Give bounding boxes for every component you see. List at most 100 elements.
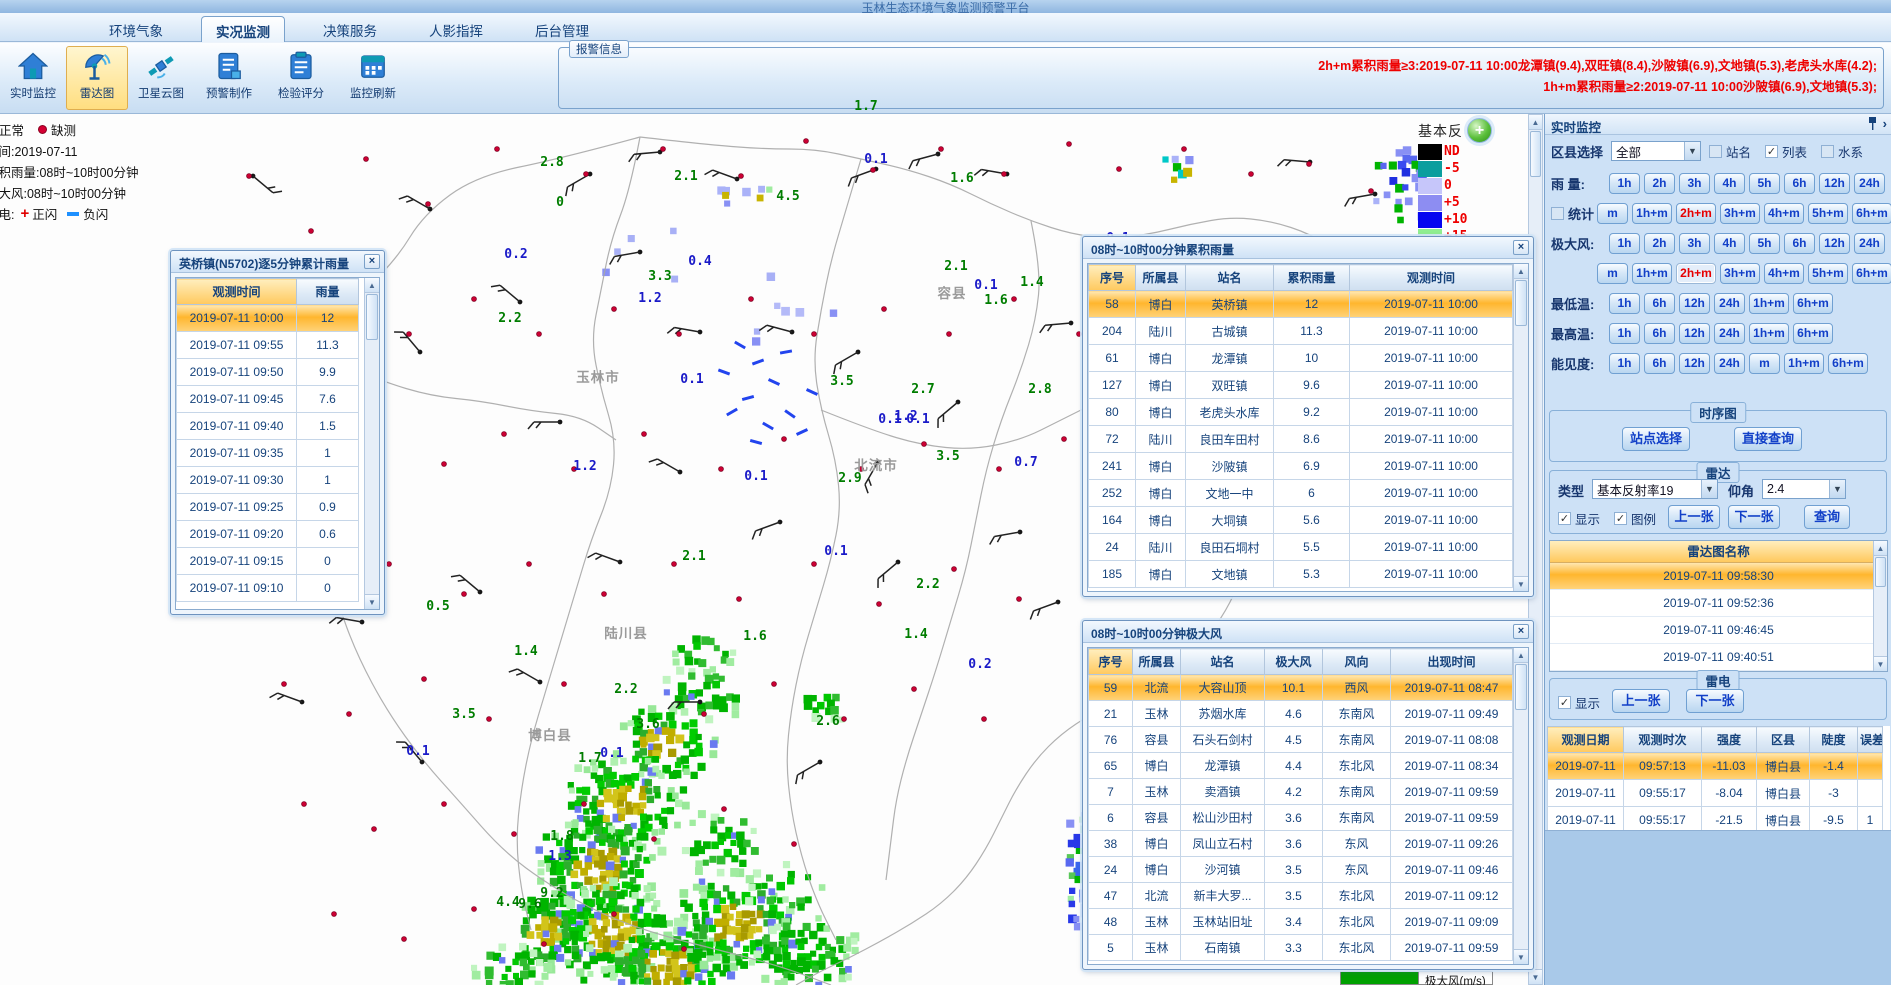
table-row[interactable]: 2019-07-11 09:250.9 xyxy=(177,494,359,521)
table-row[interactable]: 38博白凤山立石村3.6东风2019-07-11 09:26 xyxy=(1089,831,1513,857)
table-row[interactable]: 2019-07-1109:55:17-8.04博白县-3 xyxy=(1548,780,1883,807)
scroll-up-icon[interactable]: ▲ xyxy=(365,278,379,293)
scroll-up-icon[interactable]: ▲ xyxy=(1514,264,1528,279)
radar-type-combobox[interactable]: 基本反射率19 ▼ xyxy=(1592,479,1718,499)
period-button-12h[interactable]: 12h xyxy=(1819,173,1850,194)
period-button-1h+m[interactable]: 1h+m xyxy=(1749,323,1789,344)
column-header[interactable]: 站名 xyxy=(1181,649,1265,675)
table-row[interactable]: 252博白文地一中62019-07-11 10:00 xyxy=(1089,480,1513,507)
dialog-scrollbar[interactable]: ▲ ▼ xyxy=(364,278,379,609)
table-row[interactable]: 204陆川古城镇11.32019-07-11 10:00 xyxy=(1089,318,1513,345)
radar-legend-checkbox[interactable] xyxy=(1614,512,1627,525)
scroll-down-icon[interactable]: ▼ xyxy=(365,594,379,609)
radar-image-item[interactable]: 2019-07-11 09:40:51 xyxy=(1550,644,1887,671)
column-header[interactable]: 观测时间 xyxy=(1350,265,1513,291)
period-button-24h[interactable]: 24h xyxy=(1854,233,1885,254)
column-header[interactable]: 雨量 xyxy=(297,279,359,305)
period-button-6h[interactable]: 6h xyxy=(1644,353,1675,374)
close-icon[interactable]: × xyxy=(1513,624,1529,639)
period-button-1h+m[interactable]: 1h+m xyxy=(1632,203,1672,224)
period-button-1h[interactable]: 1h xyxy=(1609,323,1640,344)
table-row[interactable]: 58博白英桥镇122019-07-11 10:00 xyxy=(1089,291,1513,318)
table-row[interactable]: 241博白沙陂镇6.92019-07-11 10:00 xyxy=(1089,453,1513,480)
period-button-m[interactable]: m xyxy=(1597,203,1628,224)
table-row[interactable]: 24博白沙河镇3.5东风2019-07-11 09:46 xyxy=(1089,857,1513,883)
station-select-button[interactable]: 站点选择 xyxy=(1622,427,1690,451)
period-button-1h+m[interactable]: 1h+m xyxy=(1749,293,1789,314)
scroll-up-icon[interactable]: ▲ xyxy=(1874,541,1887,556)
period-button-m[interactable]: m xyxy=(1597,263,1628,284)
period-button-5h[interactable]: 5h xyxy=(1749,233,1780,254)
radar-show-checkbox[interactable] xyxy=(1558,512,1571,525)
direct-query-button[interactable]: 直接查询 xyxy=(1734,427,1802,451)
scroll-down-icon[interactable]: ▼ xyxy=(1529,969,1542,984)
period-button-1h+m[interactable]: 1h+m xyxy=(1632,263,1672,284)
table-row[interactable]: 72陆川良田车田村8.62019-07-11 10:00 xyxy=(1089,426,1513,453)
scroll-down-icon[interactable]: ▼ xyxy=(1514,576,1528,591)
dialog-titlebar[interactable]: 英桥镇(N5702)逐5分钟累计雨量 × xyxy=(171,251,384,273)
table-row[interactable]: 2019-07-11 09:401.5 xyxy=(177,413,359,440)
column-header[interactable]: 观测日期 xyxy=(1548,727,1624,753)
close-icon[interactable]: × xyxy=(1513,240,1529,255)
county-select-combobox[interactable]: 全部 ▼ xyxy=(1611,141,1701,161)
radar-image-item[interactable]: 2019-07-11 09:52:36 xyxy=(1550,590,1887,617)
period-button-4h+m[interactable]: 4h+m xyxy=(1764,203,1804,224)
period-button-4h+m[interactable]: 4h+m xyxy=(1764,263,1804,284)
table-row[interactable]: 48玉林玉林站旧址3.4东北风2019-07-11 09:09 xyxy=(1089,909,1513,935)
checkbox-列表[interactable] xyxy=(1765,145,1778,158)
period-button-12h[interactable]: 12h xyxy=(1819,233,1850,254)
table-row[interactable]: 7玉林卖酒镇4.2东南风2019-07-11 09:59 xyxy=(1089,779,1513,805)
period-button-24h[interactable]: 24h xyxy=(1714,323,1745,344)
period-button-6h[interactable]: 6h xyxy=(1784,173,1815,194)
table-row[interactable]: 2019-07-1109:57:13-11.03博白县-1.4 xyxy=(1548,753,1883,780)
column-header[interactable]: 站名 xyxy=(1186,265,1274,291)
table-row[interactable]: 2019-07-11 09:150 xyxy=(177,548,359,575)
scroll-down-icon[interactable]: ▼ xyxy=(1514,949,1528,964)
collapse-arrow-icon[interactable]: › xyxy=(1883,116,1887,131)
period-button-12h[interactable]: 12h xyxy=(1679,293,1710,314)
table-row[interactable]: 2019-07-11 09:457.6 xyxy=(177,386,359,413)
radar-image-item[interactable]: 2019-07-11 09:46:45 xyxy=(1550,617,1887,644)
column-header[interactable]: 强度 xyxy=(1702,727,1757,753)
period-button-24h[interactable]: 24h xyxy=(1714,353,1745,374)
period-button-6h[interactable]: 6h xyxy=(1644,293,1675,314)
period-button-1h+m[interactable]: 1h+m xyxy=(1784,353,1824,374)
period-button-6h[interactable]: 6h xyxy=(1784,233,1815,254)
period-button-6h[interactable]: 6h xyxy=(1644,323,1675,344)
table-row[interactable]: 2019-07-11 09:100 xyxy=(177,575,359,602)
period-button-1h[interactable]: 1h xyxy=(1609,233,1640,254)
chevron-down-icon[interactable]: ▼ xyxy=(1829,480,1845,498)
scroll-down-icon[interactable]: ▼ xyxy=(1874,656,1887,671)
table-row[interactable]: 6容县松山沙田村3.6东南风2019-07-11 09:59 xyxy=(1089,805,1513,831)
period-button-3h+m[interactable]: 3h+m xyxy=(1720,263,1760,284)
period-button-5h[interactable]: 5h xyxy=(1749,173,1780,194)
table-row[interactable]: 2019-07-11 09:351 xyxy=(177,440,359,467)
period-button-24h[interactable]: 24h xyxy=(1714,293,1745,314)
radar-image-item[interactable]: 2019-07-11 09:58:30 xyxy=(1550,563,1887,590)
column-header[interactable]: 累积雨量 xyxy=(1274,265,1350,291)
table-row[interactable]: 2019-07-11 10:0012 xyxy=(177,305,359,332)
column-header[interactable]: 陡度 xyxy=(1810,727,1858,753)
column-header[interactable]: 观测时次 xyxy=(1624,727,1702,753)
period-button-2h+m[interactable]: 2h+m xyxy=(1676,203,1716,224)
period-button-6h+m[interactable]: 6h+m xyxy=(1852,203,1891,224)
radar-prev-button[interactable]: 上一张 xyxy=(1668,505,1720,529)
legend-add-button[interactable]: + xyxy=(1467,118,1492,143)
lightning-prev-button[interactable]: 上一张 xyxy=(1612,689,1670,713)
table-row[interactable]: 2019-07-11 09:509.9 xyxy=(177,359,359,386)
column-header[interactable]: 序号 xyxy=(1089,649,1133,675)
stat-checkbox[interactable] xyxy=(1551,207,1564,220)
period-button-2h[interactable]: 2h xyxy=(1644,173,1675,194)
table-row[interactable]: 127博白双旺镇9.62019-07-11 10:00 xyxy=(1089,372,1513,399)
period-button-6h+m[interactable]: 6h+m xyxy=(1793,293,1833,314)
column-header[interactable]: 区县 xyxy=(1757,727,1810,753)
dialog-titlebar[interactable]: 08时~10时00分钟累积雨量 × xyxy=(1083,237,1533,259)
period-button-1h[interactable]: 1h xyxy=(1609,293,1640,314)
column-header[interactable]: 误差 xyxy=(1858,727,1883,753)
period-button-1h[interactable]: 1h xyxy=(1609,353,1640,374)
period-button-3h[interactable]: 3h xyxy=(1679,233,1710,254)
dialog-scrollbar[interactable]: ▲ ▼ xyxy=(1513,648,1528,964)
table-row[interactable]: 2019-07-11 09:301 xyxy=(177,467,359,494)
period-button-3h[interactable]: 3h xyxy=(1679,173,1710,194)
station-rain-dialog[interactable]: 英桥镇(N5702)逐5分钟累计雨量 × 观测时间雨量2019-07-11 10… xyxy=(170,250,385,615)
